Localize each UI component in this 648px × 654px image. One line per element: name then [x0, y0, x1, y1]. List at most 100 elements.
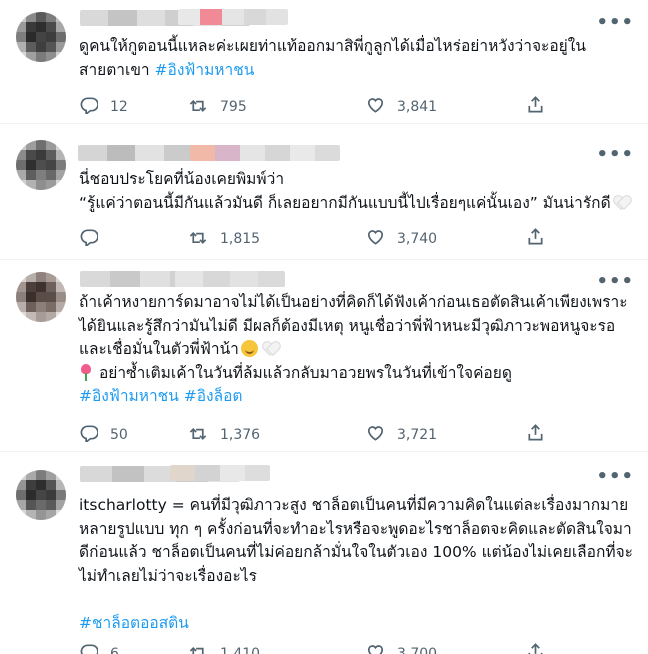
reply-icon	[79, 227, 99, 250]
text-line: ถ้าเค้าหงายการ์ดมาอาจไม่ได้เป็นอย่างที่ค…	[79, 291, 639, 315]
text-segment: ดูคนให้กูตอนนี้แหละค่ะเผยท่าแท้ออกมาสิพี…	[79, 37, 586, 55]
text-segment: นี่ชอบประโยคที่น้องเคยพิมพ์ว่า	[79, 170, 285, 188]
retweet-icon	[189, 95, 208, 118]
like-button[interactable]: 3,841	[366, 95, 437, 118]
reply-icon	[79, 95, 99, 118]
blurred-handle	[170, 465, 270, 481]
like-button[interactable]: 3,740	[366, 227, 437, 250]
tulip-emoji	[79, 363, 93, 381]
retweet-button[interactable]: 1,815	[189, 227, 260, 250]
text-segment: ดีก่อนแล้ว ชาล็อตเป็นคนที่ไม่ค่อยกล้ามั่…	[79, 543, 633, 561]
text-line: และเชื่อมั่นในตัวพี่ฟ้าน้า	[79, 338, 639, 362]
retweet-icon	[189, 423, 208, 446]
heart-emoji	[263, 342, 278, 356]
retweet-button[interactable]: 1,410	[189, 642, 260, 654]
avatar[interactable]	[16, 470, 66, 520]
tweet-text: itscharlotty = คนที่มีวุฒิภาวะสูง ชาล็อต…	[79, 494, 639, 635]
more-options-icon[interactable]: •••	[596, 146, 634, 164]
tweet-actions: 12 795 3,841	[79, 95, 559, 118]
reply-icon	[79, 642, 99, 654]
text-segment: อย่าซ้ำเติมเค้าในวันที่ล้มแล้วกลับมาอวยพ…	[99, 363, 512, 382]
reply-icon	[79, 423, 99, 446]
tweet-text: ดูคนให้กูตอนนี้แหละค่ะเผยท่าแท้ออกมาสิพี…	[79, 35, 639, 82]
like-count: 3,841	[397, 98, 438, 115]
text-line: ดูคนให้กูตอนนี้แหละค่ะเผยท่าแท้ออกมาสิพี…	[79, 35, 639, 59]
share-icon	[526, 642, 545, 654]
text-line: itscharlotty = คนที่มีวุฒิภาวะสูง ชาล็อต…	[79, 494, 639, 518]
share-button[interactable]	[526, 95, 545, 118]
text-line: #อิงฟ้ามหาชน #อิงล็อต	[79, 385, 639, 409]
tweet-1[interactable]: ••• ดูคนให้กูตอนนี้แหละค่ะเผยท่าแท้ออกมา…	[0, 0, 648, 124]
retweet-count: 1,410	[220, 645, 261, 654]
share-icon	[526, 227, 545, 250]
heart-icon	[366, 227, 385, 250]
heart-icon	[366, 95, 385, 118]
text-segment: “รู้แค่ว่าตอนนี้มีกันแล้วมันดี ก็เลยอยาก…	[79, 193, 611, 212]
retweet-count: 1,815	[220, 230, 261, 247]
retweet-button[interactable]: 795	[189, 95, 247, 118]
share-button[interactable]	[526, 227, 545, 250]
text-segment: สายตาเขา	[79, 60, 155, 79]
like-button[interactable]: 3,700	[366, 642, 437, 654]
reply-button[interactable]: 6	[79, 642, 119, 654]
reply-button[interactable]: 12	[79, 95, 128, 118]
text-line: ดีก่อนแล้ว ชาล็อตเป็นคนที่ไม่ค่อยกล้ามั่…	[79, 541, 639, 565]
reply-count: 50	[110, 426, 128, 443]
text-segment: ไม่ทำเลยไม่ว่าจะเรื่องอะไร	[79, 566, 257, 585]
avatar[interactable]	[16, 272, 66, 322]
smile-emoji	[240, 340, 258, 357]
retweet-count: 1,376	[220, 426, 261, 443]
retweet-count: 795	[220, 98, 247, 115]
tweet-4[interactable]: ••• itscharlotty = คนที่มีวุฒิภาวะสูง ชา…	[0, 452, 648, 654]
retweet-button[interactable]: 1,376	[189, 423, 260, 446]
text-line: ได้ยินและรู้สึกว่ามันไม่ดี มีผลก็ต้องมีเ…	[79, 315, 639, 339]
text-segment: itscharlotty = คนที่มีวุฒิภาวะสูง ชาล็อต…	[79, 496, 629, 514]
heart-icon	[366, 642, 385, 654]
text-segment: และเชื่อมั่นในตัวพี่ฟ้าน้า	[79, 340, 239, 358]
tweet-actions: 1,815 3,740	[79, 227, 559, 250]
hashtag-link[interactable]: #อิงฟ้ามหาชน	[79, 387, 179, 405]
share-button[interactable]	[526, 423, 545, 446]
like-count: 3,740	[397, 230, 438, 247]
hashtag-link[interactable]: #อิงล็อต	[184, 387, 243, 405]
text-line: “รู้แค่ว่าตอนนี้มีกันแล้วมันดี ก็เลยอยาก…	[79, 192, 639, 216]
text-line: หลายรูปแบบ ทุก ๆ ครั้งก่อนที่จะทำอะไรหรื…	[79, 518, 639, 542]
reply-count: 12	[110, 98, 128, 115]
text-line: ไม่ทำเลยไม่ว่าจะเรื่องอะไร	[79, 565, 639, 589]
blurred-handle	[190, 145, 340, 161]
tweet-3[interactable]: ••• ถ้าเค้าหงายการ์ดมาอาจไม่ได้เป็นอย่าง…	[0, 260, 648, 452]
reply-count: 6	[110, 645, 119, 654]
text-segment: ถ้าเค้าหงายการ์ดมาอาจไม่ได้เป็นอย่างที่ค…	[79, 293, 628, 311]
more-options-icon[interactable]: •••	[596, 273, 634, 291]
like-count: 3,721	[397, 426, 438, 443]
like-count: 3,700	[397, 645, 438, 654]
reply-button[interactable]: 50	[79, 423, 128, 446]
avatar[interactable]	[16, 140, 66, 190]
tweet-actions: 6 1,410 3,700	[79, 642, 559, 654]
text-line: นี่ชอบประโยคที่น้องเคยพิมพ์ว่า	[79, 168, 639, 192]
more-options-icon[interactable]: •••	[596, 468, 634, 486]
text-line	[79, 588, 639, 612]
text-segment: หลายรูปแบบ ทุก ๆ ครั้งก่อนที่จะทำอะไรหรื…	[79, 519, 632, 538]
blurred-handle	[178, 9, 288, 25]
tweet-2[interactable]: ••• นี่ชอบประโยคที่น้องเคยพิมพ์ว่า “รู้แค…	[0, 124, 648, 260]
text-line: อย่าซ้ำเติมเค้าในวันที่ล้มแล้วกลับมาอวยพ…	[79, 362, 639, 386]
heart-emoji	[614, 196, 629, 210]
share-button[interactable]	[526, 642, 545, 654]
text-line: #ชาล็อตออสติน	[79, 612, 639, 636]
text-segment: ได้ยินและรู้สึกว่ามันไม่ดี มีผลก็ต้องมีเ…	[79, 316, 616, 335]
heart-icon	[366, 423, 385, 446]
tweet-text: ถ้าเค้าหงายการ์ดมาอาจไม่ได้เป็นอย่างที่ค…	[79, 291, 639, 409]
share-icon	[526, 423, 545, 446]
tweet-actions: 50 1,376 3,721	[79, 423, 559, 446]
share-icon	[526, 95, 545, 118]
like-button[interactable]: 3,721	[366, 423, 437, 446]
hashtag-link[interactable]: #ชาล็อตออสติน	[79, 614, 189, 632]
hashtag-link[interactable]: #อิงฟ้ามหาชน	[155, 61, 255, 79]
blurred-handle	[175, 271, 285, 287]
retweet-icon	[189, 227, 208, 250]
more-options-icon[interactable]: •••	[596, 14, 634, 32]
avatar[interactable]	[16, 12, 66, 62]
reply-button[interactable]	[79, 227, 110, 250]
tweet-text: นี่ชอบประโยคที่น้องเคยพิมพ์ว่า “รู้แค่ว่า…	[79, 168, 639, 215]
